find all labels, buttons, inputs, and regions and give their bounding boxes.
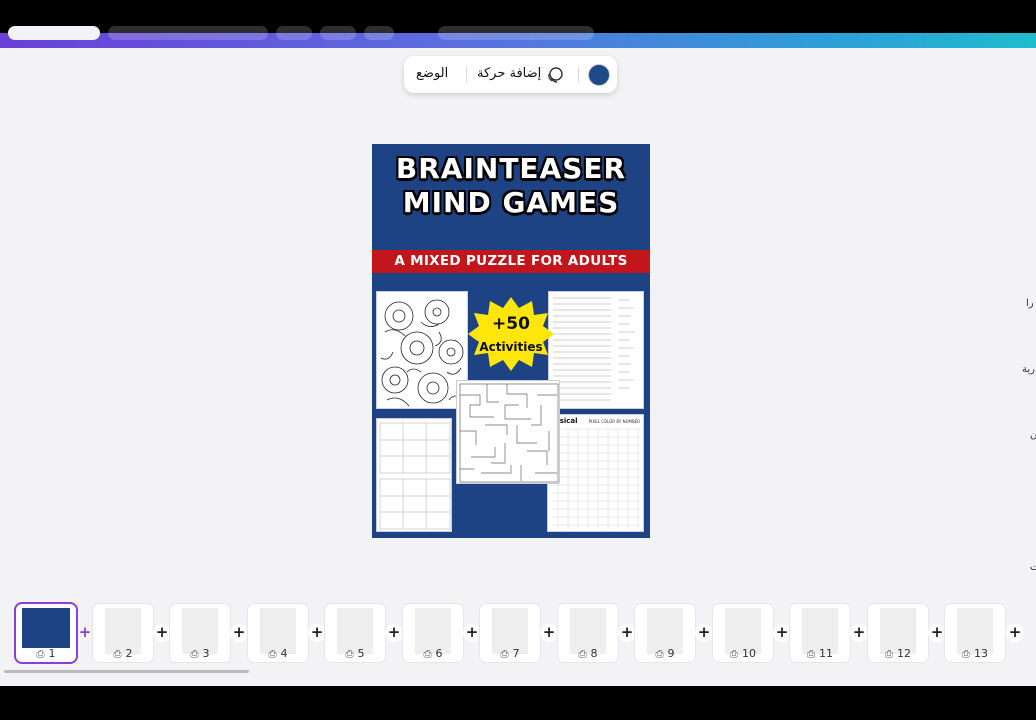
add-page-button[interactable]: + (230, 624, 248, 642)
print-icon: ⎙ (113, 649, 122, 660)
side-panel-label[interactable]: را (1026, 298, 1034, 309)
header-button[interactable] (364, 26, 394, 40)
page-thumbnail[interactable]: ⎙ 8 (558, 604, 618, 662)
add-page-button[interactable]: + (463, 624, 481, 642)
page-thumbnail-strip: ⎙1 + ⎙2 + ⎙3 + ⎙4 + ⎙5 + ⎙6 + ⎙7 (0, 598, 1036, 670)
print-icon: ⎙ (345, 649, 354, 660)
activities-badge (468, 297, 554, 371)
page-thumbnail[interactable]: ⎙ 6 (403, 604, 463, 662)
page-number: ⎙ 10 (730, 647, 756, 660)
print-icon: ⎙ (885, 649, 893, 660)
cover-title-line2: MIND GAMES (402, 186, 620, 219)
position-button[interactable]: الوضع (416, 66, 448, 81)
page-number: ⎙ 1 (36, 647, 56, 660)
page-number: ⎙ 4 (268, 647, 288, 660)
page-thumbnail[interactable]: ⎙ 5 (325, 604, 385, 662)
page-number: ⎙ 7 (500, 647, 520, 660)
bottom-black-region (0, 686, 1036, 720)
add-page-button[interactable]: + (850, 624, 868, 642)
header-button[interactable] (8, 26, 100, 40)
thumbnail-scrollbar[interactable] (4, 670, 249, 673)
page-thumbnail[interactable]: ⎙ 2 (93, 604, 153, 662)
page-thumbnail[interactable]: ⎙ 7 (480, 604, 540, 662)
print-icon: ⎙ (423, 649, 432, 660)
animation-icon (548, 67, 563, 83)
maze-image (456, 380, 560, 484)
page-thumbnail[interactable]: ⎙ 9 (635, 604, 695, 662)
add-page-button[interactable]: + (385, 624, 403, 642)
add-page-button[interactable]: + (928, 624, 946, 642)
page-number: ⎙ 11 (807, 647, 833, 660)
print-icon: ⎙ (578, 649, 587, 660)
print-icon: ⎙ (36, 649, 45, 660)
thumbnail-image (22, 608, 70, 648)
top-header-bar (0, 0, 1036, 48)
page-number: ⎙ 2 (113, 647, 133, 660)
header-button[interactable] (108, 26, 268, 40)
page-number: ⎙ 8 (578, 647, 598, 660)
sudoku-grid-image (376, 418, 452, 532)
page-thumbnail[interactable]: ⎙ 3 (170, 604, 230, 662)
cover-title-line1: BRAINTEASER (395, 152, 627, 185)
page-thumbnail[interactable]: ⎙ 13 (945, 604, 1005, 662)
side-panel-label[interactable]: رية (1022, 364, 1035, 375)
page-number: ⎙ 12 (885, 647, 911, 660)
page-thumbnail[interactable]: ⎙ 1 (16, 604, 76, 662)
word-search-image (548, 291, 644, 409)
add-page-button[interactable]: + (695, 624, 713, 642)
print-icon: ⎙ (190, 649, 199, 660)
page-number: ⎙ 3 (190, 647, 210, 660)
page-thumbnail[interactable]: ⎙ 10 (713, 604, 773, 662)
print-icon: ⎙ (962, 649, 970, 660)
add-page-button[interactable]: + (76, 624, 94, 642)
add-page-button[interactable]: + (618, 624, 636, 642)
page-thumbnail[interactable]: ⎙ 12 (868, 604, 928, 662)
toolbar-divider (578, 66, 579, 83)
badge-label: Activities (479, 340, 543, 354)
cover-subtitle-band: A MIXED PUZZLE FOR ADULTS (372, 250, 650, 273)
page-number: ⎙ 9 (655, 647, 675, 660)
app-window: الوضع إضافة حركة BRAINTEASER MIND GAMES … (0, 0, 1036, 720)
toolbar-divider (466, 66, 467, 83)
header-button[interactable] (276, 26, 312, 40)
floating-toolbar: الوضع إضافة حركة (404, 56, 617, 93)
print-icon: ⎙ (730, 649, 738, 660)
page-thumbnail[interactable]: ⎙ 4 (248, 604, 308, 662)
add-page-button[interactable]: + (308, 624, 326, 642)
add-page-button[interactable]: + (773, 624, 791, 642)
side-panel-label[interactable]: ت (1030, 562, 1036, 573)
add-page-button[interactable]: + (540, 624, 558, 642)
page-number: ⎙ 6 (423, 647, 443, 660)
page-thumbnail[interactable]: ⎙ 11 (790, 604, 850, 662)
header-button[interactable] (438, 26, 594, 40)
badge-count: +50 (492, 314, 530, 334)
color-swatch-button[interactable] (588, 64, 610, 86)
print-icon: ⎙ (500, 649, 509, 660)
add-animation-button[interactable]: إضافة حركة (477, 66, 541, 81)
book-cover-page[interactable]: BRAINTEASER MIND GAMES A MIXED PUZZLE FO… (372, 144, 650, 538)
page-number: ⎙ 13 (962, 647, 988, 660)
pixel-color-image: imsical PIXEL COLOR BY NUMBER (547, 414, 644, 532)
side-panel-label[interactable]: ن (1030, 430, 1036, 441)
header-button[interactable] (320, 26, 356, 40)
add-page-button[interactable]: + (153, 624, 171, 642)
flower-coloring-image (376, 291, 468, 409)
page-number: ⎙ 5 (345, 647, 365, 660)
add-page-button[interactable]: + (1006, 624, 1024, 642)
print-icon: ⎙ (807, 649, 815, 660)
print-icon: ⎙ (655, 649, 664, 660)
print-icon: ⎙ (268, 649, 277, 660)
